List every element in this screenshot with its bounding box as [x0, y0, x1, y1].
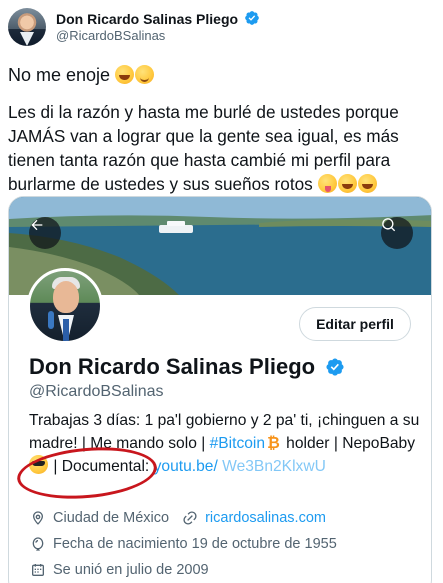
- profile-website-link[interactable]: ricardosalinas.com: [205, 510, 326, 526]
- rofl-emoji-icon: [337, 174, 357, 193]
- author-name-text: Don Ricardo Salinas Pliego: [56, 11, 239, 27]
- bitcoin-icon: ₿: [267, 435, 280, 452]
- tweet-text-line1: No me enoje: [8, 64, 155, 86]
- tweet-header: Don Ricardo Salinas Pliego @RicardoBSali…: [8, 8, 435, 48]
- calendar-icon: [29, 561, 47, 579]
- profile-name: Don Ricardo Salinas Pliego: [29, 354, 345, 383]
- author-avatar[interactable]: [8, 8, 46, 46]
- author-name[interactable]: Don Ricardo Salinas Pliego: [56, 10, 260, 29]
- search-button[interactable]: [381, 217, 413, 249]
- back-button[interactable]: [29, 217, 61, 249]
- tears-of-joy-emoji-icon: [115, 65, 135, 84]
- edit-profile-button[interactable]: Editar perfil: [299, 307, 411, 341]
- profile-name-text: Don Ricardo Salinas Pliego: [29, 354, 316, 379]
- location-pin-icon: [29, 509, 47, 527]
- profile-location: Ciudad de México: [53, 510, 170, 526]
- documentary-link[interactable]: youtu.be/: [154, 458, 218, 475]
- bitcoin-hashtag-link[interactable]: #Bitcoin: [210, 435, 265, 452]
- verified-badge-icon: [325, 357, 345, 383]
- profile-meta-joined: Se unió en julio de 2009: [29, 561, 209, 579]
- link-icon: [181, 509, 199, 527]
- tweet-text-body: Les di la razón y hasta me burlé de uste…: [8, 100, 438, 196]
- profile-handle: @RicardoBSalinas: [29, 383, 164, 400]
- bio-text-3: | Documental:: [53, 458, 150, 475]
- profile-screenshot-card[interactable]: Editar perfil Don Ricardo Salinas Pliego…: [8, 196, 432, 583]
- tweet-text-short: No me enoje: [8, 65, 111, 85]
- tears-of-joy-emoji-icon: [357, 174, 377, 193]
- profile-bio: Trabajas 3 días: 1 pa'l gobierno y 2 pa'…: [29, 409, 424, 478]
- profile-meta-location-website: Ciudad de México ricardosalinas.com: [29, 509, 326, 527]
- winking-tongue-emoji-icon: [317, 174, 337, 193]
- verified-badge-icon: [244, 10, 260, 29]
- sunglasses-emoji-icon: [29, 455, 48, 474]
- balloon-icon: [29, 535, 47, 553]
- profile-joined: Se unió en julio de 2009: [53, 562, 209, 578]
- documentary-link-continued[interactable]: We3Bn2KlxwU: [222, 458, 326, 475]
- profile-avatar[interactable]: [27, 268, 103, 344]
- profile-meta-birthday: Fecha de nacimiento 19 de octubre de 195…: [29, 535, 337, 553]
- bio-text-2: holder | NepoBaby: [286, 435, 416, 452]
- author-handle[interactable]: @RicardoBSalinas: [56, 28, 165, 43]
- profile-birthday: Fecha de nacimiento 19 de octubre de 195…: [53, 536, 337, 552]
- relieved-face-emoji-icon: [135, 65, 155, 84]
